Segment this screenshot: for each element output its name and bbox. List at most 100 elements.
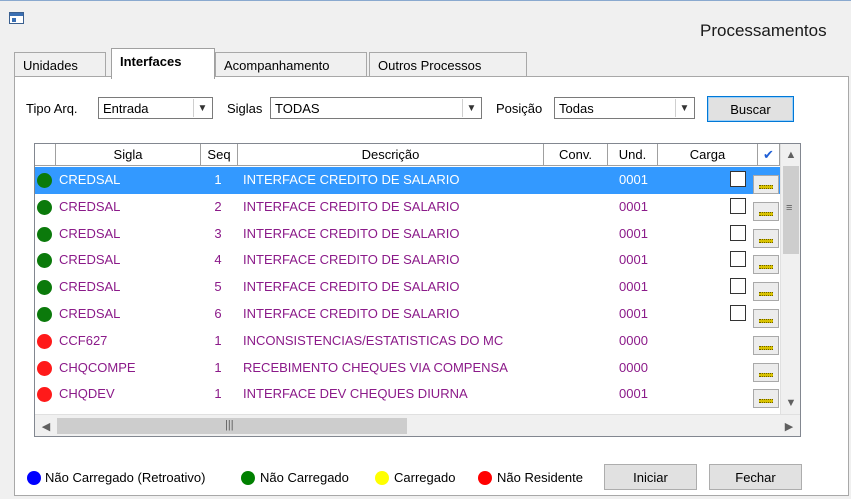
status-dot-icon — [37, 226, 52, 242]
ellipsis-icon — [759, 185, 773, 189]
row-detail-button[interactable] — [753, 175, 779, 194]
scroll-left-icon[interactable]: ◀ — [37, 417, 55, 435]
column-header-sigla[interactable]: Sigla — [56, 144, 201, 166]
cell-und: 0001 — [619, 306, 648, 321]
cell-seq: 1 — [214, 386, 222, 402]
table-row[interactable]: CHQDEV 1 INTERFACE DEV CHEQUES DIURNA 0001 — [35, 381, 780, 409]
scroll-grip-icon: ≡ — [786, 202, 793, 214]
table-row[interactable]: CREDSAL 4 INTERFACE CREDITO DE SALARIO 0001 — [35, 247, 780, 275]
ellipsis-icon — [759, 345, 773, 350]
buscar-button[interactable]: Buscar — [707, 96, 794, 122]
posicao-select[interactable]: Todas ▼ — [554, 97, 695, 119]
cell-sigla: CREDSAL — [59, 198, 121, 214]
row-checkbox[interactable] — [730, 305, 746, 321]
iniciar-button[interactable]: Iniciar — [604, 464, 697, 490]
cell-descricao: INTERFACE CREDITO DE SALARIO — [243, 225, 460, 241]
legend-label-retroativo: Não Carregado (Retroativo) — [45, 470, 206, 485]
cell-seq: 2 — [214, 198, 222, 214]
row-detail-button[interactable] — [753, 255, 779, 275]
row-checkbox[interactable] — [730, 197, 746, 214]
vertical-scrollbar[interactable]: ▲ ≡ ▼ — [780, 144, 800, 414]
ellipsis-icon — [759, 238, 773, 243]
row-detail-button[interactable] — [753, 228, 779, 248]
table-row[interactable]: CREDSAL 3 INTERFACE CREDITO DE SALARIO 0001 — [35, 221, 780, 248]
cell-descricao: INTERFACE CREDITO DE SALARIO — [243, 306, 460, 321]
row-detail-button[interactable] — [753, 201, 779, 221]
chevron-down-icon[interactable]: ▼ — [193, 99, 211, 117]
ellipsis-icon — [759, 292, 773, 297]
cell-sigla: CREDSAL — [59, 225, 121, 241]
row-detail-button[interactable] — [753, 335, 779, 355]
cell-seq: 1 — [214, 359, 222, 375]
cell-seq: 3 — [214, 225, 222, 241]
ellipsis-icon — [759, 211, 773, 216]
cell-und: 0001 — [619, 172, 648, 187]
row-detail-button[interactable] — [753, 282, 779, 302]
column-header-check[interactable]: ✔ — [758, 144, 780, 166]
status-dot-icon — [37, 387, 52, 403]
column-header-seq[interactable]: Seq — [201, 144, 238, 166]
posicao-label: Posição — [496, 101, 543, 116]
fechar-button[interactable]: Fechar — [709, 464, 802, 490]
legend-label-nao-carregado: Não Carregado — [260, 470, 349, 485]
cell-sigla: CHQCOMPE — [59, 359, 136, 375]
column-header-carga[interactable]: Carga — [658, 144, 758, 166]
legend-dot-carregado — [375, 471, 389, 485]
legend-dot-retroativo — [27, 471, 41, 485]
status-dot-icon — [37, 280, 52, 296]
interfaces-grid: Sigla Seq Descrição Conv. Und. Carga ✔ C… — [34, 143, 801, 437]
column-header-conv[interactable]: Conv. — [544, 144, 608, 166]
siglas-select[interactable]: TODAS ▼ — [270, 97, 482, 119]
app-icon — [9, 12, 24, 24]
row-checkbox[interactable] — [730, 224, 746, 241]
tipo-arq-select[interactable]: Entrada ▼ — [98, 97, 213, 119]
cell-sigla: CREDSAL — [59, 306, 121, 321]
table-row[interactable]: CREDSAL 1 INTERFACE CREDITO DE SALARIO 0001 — [35, 167, 780, 194]
table-row[interactable]: CHQCOMPE 1 RECEBIMENTO CHEQUES VIA COMPENS… — [35, 355, 780, 382]
cell-descricao: INTERFACE CREDITO DE SALARIO — [243, 172, 460, 187]
legend-dot-nao-carregado — [241, 471, 255, 485]
scroll-up-icon[interactable]: ▲ — [782, 146, 800, 164]
cell-seq: 5 — [214, 279, 222, 295]
tab-outros-processos[interactable]: Outros Processos — [369, 52, 527, 78]
chevron-down-icon[interactable]: ▼ — [675, 99, 693, 117]
cell-und: 0001 — [619, 386, 648, 402]
tab-unidades[interactable]: Unidades — [14, 52, 106, 78]
cell-seq: 1 — [214, 172, 222, 187]
column-header-und[interactable]: Und. — [608, 144, 658, 166]
table-row[interactable]: CCF627 1 INCONSISTENCIAS/ESTATISTICAS DO M… — [35, 328, 780, 355]
scroll-right-icon[interactable]: ▶ — [780, 417, 798, 435]
cell-descricao: INTERFACE CREDITO DE SALARIO — [243, 198, 460, 214]
status-dot-icon — [37, 173, 52, 188]
cell-descricao: INTERFACE CREDITO DE SALARIO — [243, 279, 460, 295]
chevron-down-icon[interactable]: ▼ — [462, 99, 480, 117]
legend-label-carregado: Carregado — [394, 470, 456, 485]
table-row[interactable]: CREDSAL 5 INTERFACE CREDITO DE SALARIO 0001 — [35, 274, 780, 302]
row-checkbox[interactable] — [730, 278, 746, 295]
siglas-label: Siglas — [227, 101, 263, 116]
cell-sigla: CREDSAL — [59, 252, 121, 268]
row-detail-button[interactable] — [753, 362, 779, 382]
cell-sigla: CREDSAL — [59, 279, 121, 295]
tipo-arq-label: Tipo Arq. — [26, 101, 78, 116]
column-header-descricao[interactable]: Descrição — [238, 144, 544, 166]
row-detail-button[interactable] — [753, 309, 779, 328]
cell-seq: 4 — [214, 252, 222, 268]
cell-sigla: CREDSAL — [59, 172, 121, 187]
cell-sigla: CCF627 — [59, 332, 108, 348]
cell-descricao: INTERFACE DEV CHEQUES DIURNA — [243, 386, 468, 402]
table-row[interactable]: CREDSAL 2 INTERFACE CREDITO DE SALARIO 0001 — [35, 194, 780, 221]
horizontal-scrollbar[interactable]: ◀ ||| ▶ — [35, 414, 800, 436]
table-row[interactable]: CREDSAL 6 INTERFACE CREDITO DE SALARIO 0001 — [35, 301, 780, 328]
cell-und: 0001 — [619, 225, 648, 241]
ellipsis-icon — [759, 319, 773, 323]
tab-interfaces[interactable]: Interfaces — [111, 48, 215, 79]
scroll-down-icon[interactable]: ▼ — [782, 394, 800, 412]
row-detail-button[interactable] — [753, 389, 779, 409]
ellipsis-icon — [759, 399, 773, 404]
ellipsis-icon — [759, 372, 773, 377]
row-checkbox[interactable] — [730, 171, 746, 187]
row-checkbox[interactable] — [730, 251, 746, 268]
column-header-indicator — [35, 144, 56, 166]
tab-acompanhamento[interactable]: Acompanhamento — [215, 52, 367, 78]
